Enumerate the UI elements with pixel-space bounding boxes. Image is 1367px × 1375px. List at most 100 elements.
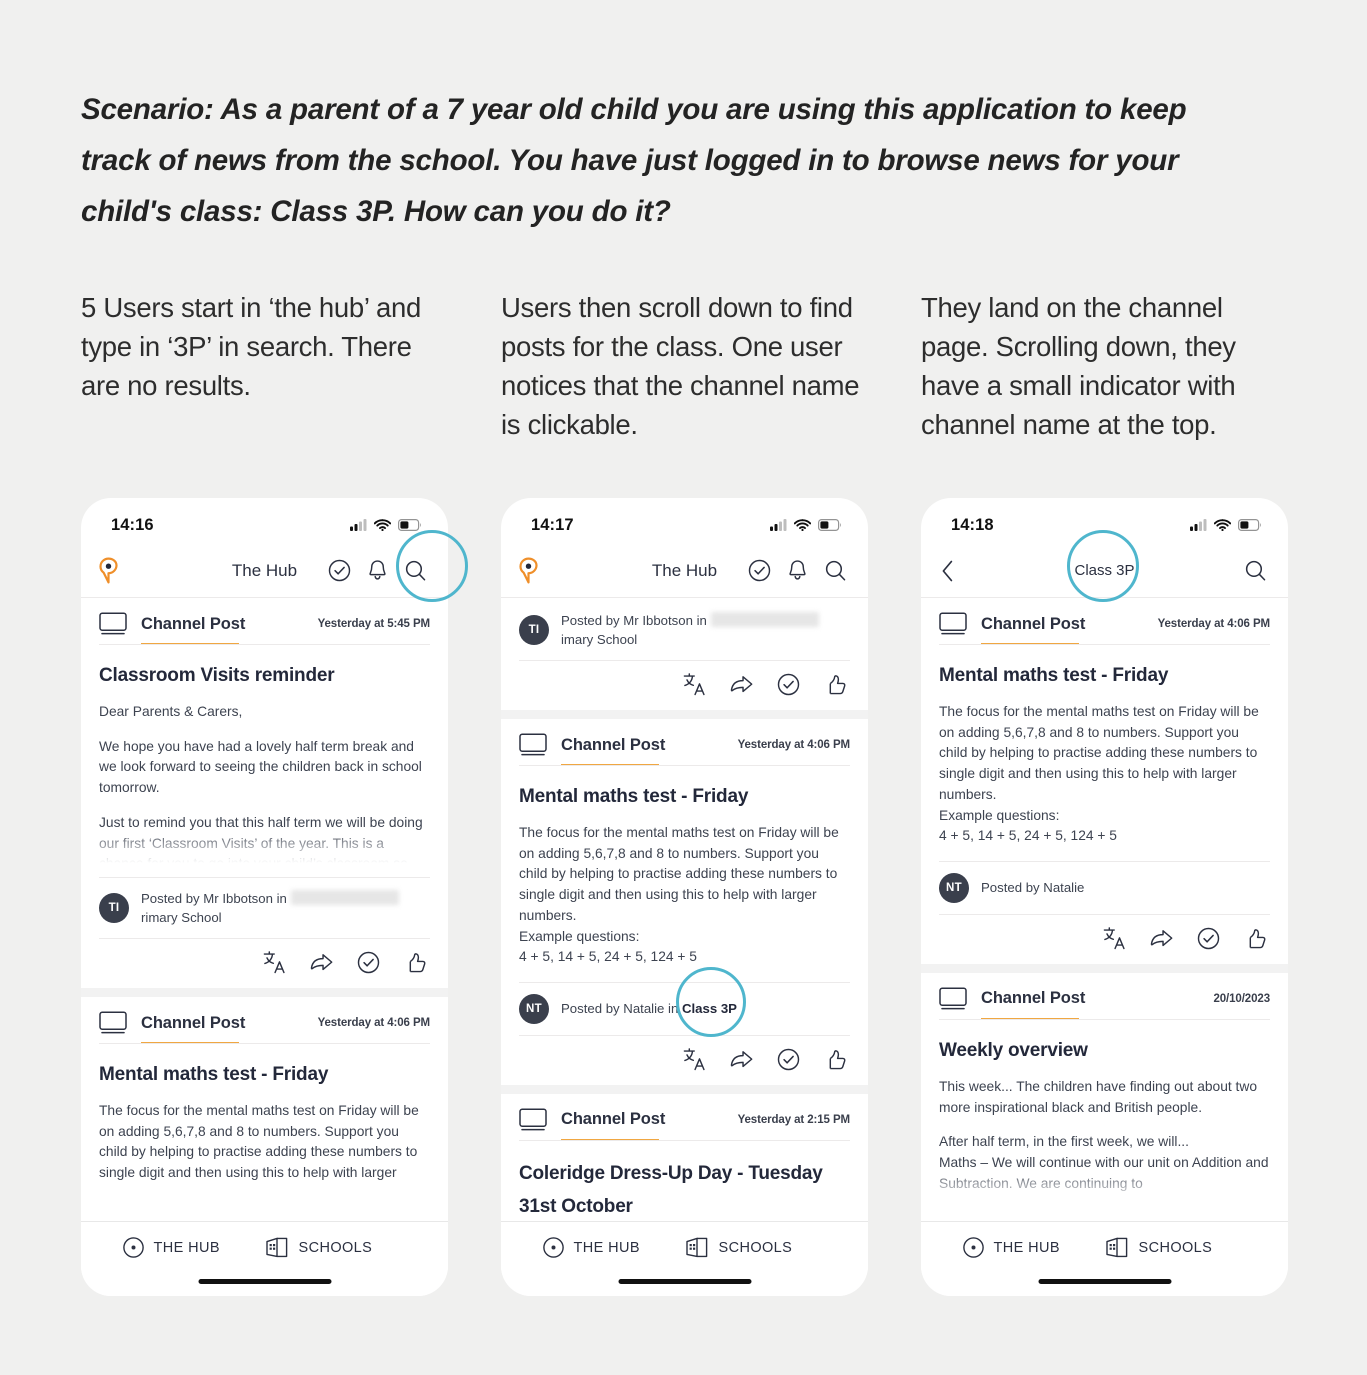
feed-separator	[921, 963, 1288, 973]
battery-icon	[1238, 519, 1261, 531]
cellular-signal-icon	[350, 519, 367, 531]
search-icon[interactable]	[403, 558, 428, 583]
back-chevron-icon[interactable]	[938, 557, 958, 585]
tab-schools[interactable]: SCHOOLS	[265, 1236, 408, 1259]
post-date: Yesterday at 4:06 PM	[737, 739, 851, 751]
nav-bar: The Hub	[501, 544, 868, 598]
check-circle-icon[interactable]	[747, 558, 772, 583]
scenario-heading: Scenario: As a parent of a 7 year old ch…	[81, 93, 1187, 228]
channel-post-icon	[939, 987, 967, 1010]
tab-label: THE HUB	[573, 1239, 640, 1256]
like-icon[interactable]	[823, 672, 848, 697]
post-author: TI Posted by Mr Ibbotson in rimary Schoo…	[99, 877, 430, 938]
post-date: Yesterday at 4:06 PM	[317, 1017, 431, 1029]
post-card[interactable]: Channel Post Yesterday at 4:06 PM Mental…	[501, 719, 868, 1085]
channel-post-icon	[99, 1011, 127, 1034]
post-title: Mental maths test - Friday	[939, 665, 1169, 686]
share-icon[interactable]	[1149, 926, 1174, 951]
phone-screenshot-3: 14:18 Class 3P Channel Post Yesterday at…	[921, 498, 1288, 1296]
author-prefix: Posted by Natalie in	[561, 1001, 679, 1017]
bottom-tab-bar[interactable]: THE HUB SCHOOLS	[81, 1221, 448, 1296]
tab-the-hub[interactable]: THE HUB	[542, 1236, 685, 1259]
post-paragraph: The focus for the mental maths test on F…	[99, 1103, 419, 1186]
wifi-icon	[1214, 519, 1231, 531]
post-actions[interactable]	[939, 913, 1270, 964]
feed[interactable]: Channel Post Yesterday at 4:06 PM Mental…	[921, 598, 1288, 1202]
search-icon[interactable]	[823, 558, 848, 583]
post-body: Dear Parents & Carers, We hope you have …	[99, 691, 430, 863]
bell-icon[interactable]	[365, 558, 390, 583]
post-actions[interactable]	[519, 1034, 850, 1085]
feed[interactable]: TI Posted by Mr Ibbotson in imary School	[501, 598, 868, 1223]
post-body: The focus for the mental maths test on F…	[99, 1090, 430, 1186]
post-kind: Channel Post	[561, 735, 666, 754]
post-title: Coleridge Dress-Up Day - Tuesday 31st Oc…	[519, 1162, 823, 1217]
nav-bar: The Hub	[81, 544, 448, 598]
cellular-signal-icon	[770, 519, 787, 531]
post-actions[interactable]	[99, 938, 430, 988]
tab-the-hub[interactable]: THE HUB	[122, 1236, 265, 1259]
mark-read-icon[interactable]	[776, 1047, 801, 1072]
post-paragraph: The focus for the mental maths test on F…	[939, 704, 1259, 844]
mark-read-icon[interactable]	[776, 672, 801, 697]
translate-icon[interactable]	[262, 950, 287, 975]
tab-label: SCHOOLS	[718, 1239, 793, 1256]
author-prefix: Posted by Mr Ibbotson in	[141, 891, 287, 906]
share-icon[interactable]	[309, 950, 334, 975]
avatar: TI	[519, 615, 549, 645]
author-suffix: imary School	[561, 632, 638, 647]
avatar: TI	[99, 893, 129, 923]
check-circle-icon[interactable]	[327, 558, 352, 583]
channel-post-icon	[519, 733, 547, 756]
author-text: Posted by Mr Ibbotson in rimary School	[141, 889, 430, 927]
post-paragraph: After half term, in the first week, we w…	[939, 1134, 1269, 1191]
like-icon[interactable]	[823, 1047, 848, 1072]
tab-schools[interactable]: SCHOOLS	[1105, 1236, 1248, 1259]
translate-icon[interactable]	[682, 672, 707, 697]
author-prefix: Posted by Mr Ibbotson in	[561, 613, 707, 628]
avatar: NT	[939, 872, 969, 903]
location-pin-icon[interactable]	[98, 557, 119, 584]
like-icon[interactable]	[1243, 926, 1268, 951]
post-kind: Channel Post	[141, 1013, 246, 1032]
bell-icon[interactable]	[785, 558, 810, 583]
tab-label: THE HUB	[153, 1239, 220, 1256]
post-card[interactable]: Channel Post Yesterday at 4:06 PM Mental…	[81, 997, 448, 1186]
post-card[interactable]: Channel Post Yesterday at 5:45 PM Classr…	[81, 598, 448, 988]
tab-label: THE HUB	[993, 1239, 1060, 1256]
cellular-signal-icon	[1190, 519, 1207, 531]
column-caption-1: 5 Users start in ‘the hub’ and type in ‘…	[81, 292, 422, 401]
post-date: 20/10/2023	[1213, 992, 1270, 1005]
translate-icon[interactable]	[682, 1047, 707, 1072]
share-icon[interactable]	[729, 672, 754, 697]
search-icon[interactable]	[1243, 558, 1268, 583]
post-author: NT Posted by Natalie	[939, 860, 1270, 914]
author-text: Posted by Mr Ibbotson in imary School	[561, 611, 850, 649]
post-card[interactable]: Channel Post 20/10/2023 Weekly overview …	[921, 972, 1288, 1202]
share-icon[interactable]	[729, 1047, 754, 1072]
location-pin-icon[interactable]	[518, 557, 539, 584]
status-time: 14:16	[111, 515, 154, 534]
mark-read-icon[interactable]	[356, 950, 381, 975]
status-time: 14:18	[951, 515, 994, 534]
bottom-tab-bar[interactable]: THE HUB SCHOOLS	[501, 1221, 868, 1296]
tab-label: SCHOOLS	[1138, 1239, 1213, 1256]
post-card[interactable]: Channel Post Yesterday at 2:15 PM Coleri…	[501, 1093, 868, 1223]
post-paragraph: Dear Parents & Carers,	[99, 704, 243, 719]
translate-icon[interactable]	[1102, 926, 1127, 951]
post-actions[interactable]	[519, 660, 850, 710]
post-card-partial[interactable]: TI Posted by Mr Ibbotson in imary School	[501, 598, 868, 710]
post-kind: Channel Post	[561, 1110, 666, 1129]
bottom-tab-bar[interactable]: THE HUB SCHOOLS	[921, 1221, 1288, 1296]
status-bar: 14:16	[81, 498, 448, 544]
mark-read-icon[interactable]	[1196, 926, 1221, 951]
author-text: Posted by Natalie in Class 3P	[561, 999, 737, 1018]
tab-the-hub[interactable]: THE HUB	[962, 1236, 1105, 1259]
author-channel-link[interactable]: Class 3P	[682, 1001, 737, 1016]
feed[interactable]: Channel Post Yesterday at 5:45 PM Classr…	[81, 598, 448, 1186]
tab-schools[interactable]: SCHOOLS	[685, 1236, 828, 1259]
post-kind: Channel Post	[981, 614, 1086, 633]
school-building-icon	[1105, 1237, 1127, 1258]
post-card[interactable]: Channel Post Yesterday at 4:06 PM Mental…	[921, 598, 1288, 964]
like-icon[interactable]	[403, 950, 428, 975]
